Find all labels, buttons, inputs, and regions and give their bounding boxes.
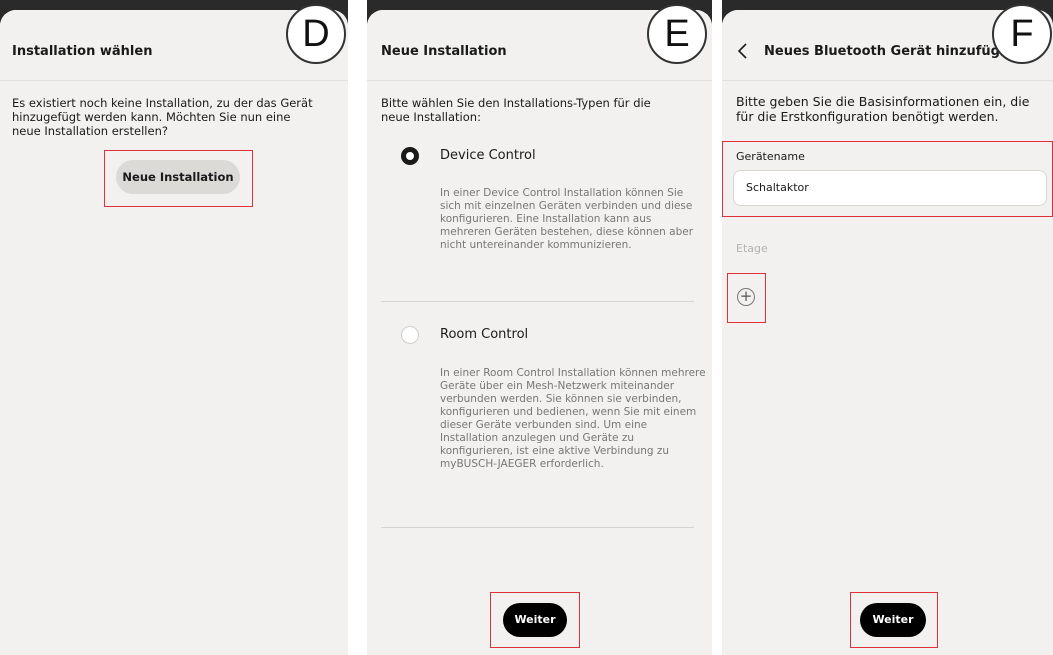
installation-type-instruction: Bitte wählen Sie den Installations-Typen… [381,96,651,124]
room-control-radio[interactable] [401,326,419,344]
page-title: Neue Installation [381,44,507,59]
floor-label: Etage [736,242,768,255]
no-installation-message: Es existiert noch keine Installation, zu… [12,96,313,138]
screen-e: Neue Installation Bitte wählen Sie den I… [367,0,712,655]
screen-d: Installation wählen Es existiert noch ke… [0,0,348,655]
page-title: Neues Bluetooth Gerät hinzufügen [764,44,1019,59]
screen-label-badge: D [286,4,346,64]
chevron-left-icon[interactable] [736,42,750,60]
device-control-radio[interactable] [401,147,419,165]
next-button[interactable]: Weiter [860,603,926,637]
screen-label-badge: F [992,4,1052,64]
page-title: Installation wählen [12,44,153,59]
basic-info-instruction: Bitte geben Sie die Basisinformationen e… [736,94,1030,124]
screen-label-badge: E [647,4,707,64]
device-name-field[interactable]: Schaltaktor [733,170,1047,206]
device-control-description: In einer Device Control Installation kön… [440,187,694,251]
screen-d-panel: Installation wählen Es existiert noch ke… [0,10,348,655]
divider [381,527,694,528]
next-button[interactable]: Weiter [503,603,567,637]
device-control-label[interactable]: Device Control [440,148,536,163]
room-control-label[interactable]: Room Control [440,327,528,342]
screen-f-panel: Neues Bluetooth Gerät hinzufügen Bitte g… [722,10,1053,655]
room-control-description: In einer Room Control Installation könne… [440,367,706,470]
plus-circle-icon[interactable]: + [737,288,755,306]
new-installation-button[interactable]: Neue Installation [116,160,240,194]
device-name-label: Gerätename [736,150,805,163]
divider [381,301,694,302]
screen-f: Neues Bluetooth Gerät hinzufügen Bitte g… [722,0,1053,655]
screen-e-panel: Neue Installation Bitte wählen Sie den I… [367,10,712,655]
